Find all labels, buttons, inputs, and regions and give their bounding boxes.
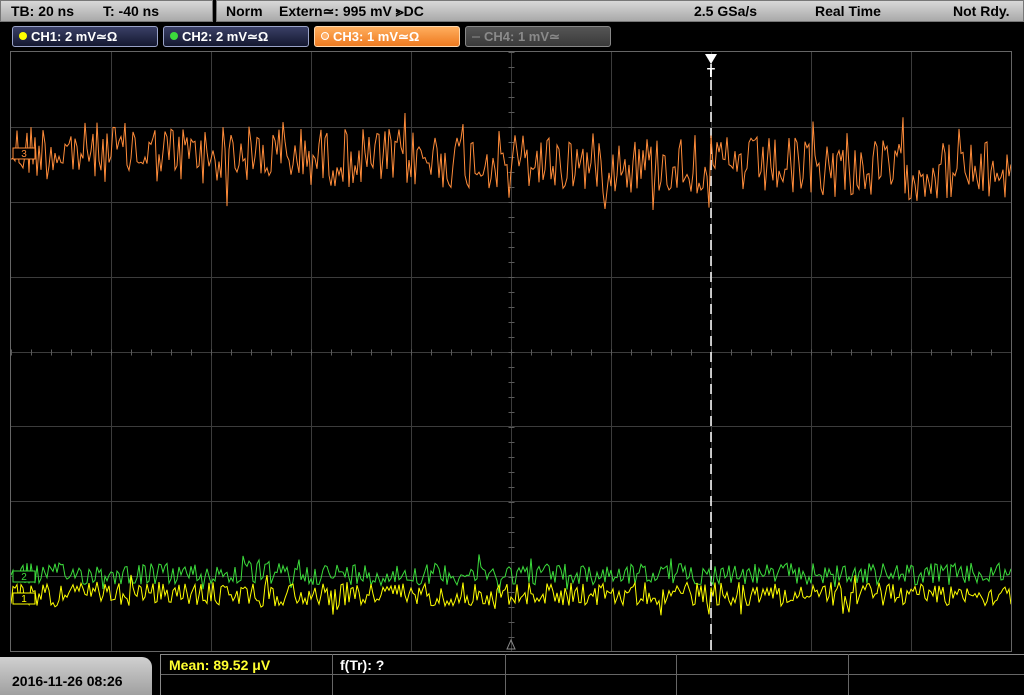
ch2-indicator-icon	[170, 32, 178, 40]
channel-tab-label: CH2: 2 mV≃Ω	[182, 29, 269, 44]
date-time-label: 2016-11-26 08:26	[12, 673, 123, 689]
timebase-label: TB: 20 ns	[11, 3, 75, 19]
top-status-bar: TB: 20 ns T: -40 ns Norm Extern≃: 995 mV…	[0, 0, 1024, 24]
channel-tab-label: CH4: 1 mV≃	[484, 29, 560, 44]
sample-rate-label: 2.5 GSa/s	[694, 3, 758, 19]
trigger-position-marker-icon[interactable]	[705, 54, 717, 64]
trigger-source-label: Extern≃: 995 mV ⪢DC	[279, 3, 424, 19]
waveform-display[interactable]: T 3 2 1	[10, 51, 1012, 652]
trigger-marker-label: T	[707, 65, 715, 80]
channel-tab-label: CH3: 1 mV≃Ω	[333, 29, 420, 44]
channel-tab-ch1[interactable]: CH1: 2 mV≃Ω	[12, 26, 158, 47]
ch3-offset-marker[interactable]: 3	[12, 147, 36, 160]
measurement-grid	[160, 654, 1024, 695]
channel-tab-ch3[interactable]: CH3: 1 mV≃Ω	[314, 26, 460, 47]
mean-measurement[interactable]: Mean: 89.52 μV	[169, 655, 270, 675]
ch1-offset-marker[interactable]: 1	[12, 592, 36, 605]
trigger-mode-label: Norm	[226, 3, 263, 19]
acquisition-mode-label: Real Time	[815, 3, 881, 19]
ch3-indicator-icon	[321, 32, 329, 40]
acquisition-status-bar[interactable]: Norm Extern≃: 995 mV ⪢DC 2.5 GSa/s Real …	[216, 0, 1024, 22]
ch3-offset-label: 3	[21, 149, 27, 160]
ch4-indicator-icon	[472, 36, 480, 38]
channel-tab-ch2[interactable]: CH2: 2 mV≃Ω	[163, 26, 309, 47]
acquisition-state-label: Not Rdy.	[953, 3, 1010, 19]
trigger-offset-label: T: -40 ns	[103, 3, 160, 19]
channel-tabs: CH1: 2 mV≃Ω CH2: 2 mV≃Ω CH3: 1 mV≃Ω CH4:…	[0, 26, 1024, 48]
date-time-box: 2016-11-26 08:26	[0, 657, 152, 695]
measurement-panel[interactable]: Mean: 89.52 μV f(Tr): ?	[160, 654, 1024, 695]
rise-frequency-measurement[interactable]: f(Tr): ?	[340, 655, 384, 675]
graticule: T 3 2 1	[11, 52, 1011, 651]
ch1-indicator-icon	[19, 32, 27, 40]
ch2-offset-marker[interactable]: 2	[12, 570, 36, 583]
channel-tab-ch4[interactable]: CH4: 1 mV≃	[465, 26, 611, 47]
timebase-box[interactable]: TB: 20 ns T: -40 ns	[0, 0, 213, 22]
channel-tab-label: CH1: 2 mV≃Ω	[31, 29, 118, 44]
ch1-offset-label: 1	[21, 594, 27, 605]
ch2-offset-label: 2	[21, 572, 27, 583]
